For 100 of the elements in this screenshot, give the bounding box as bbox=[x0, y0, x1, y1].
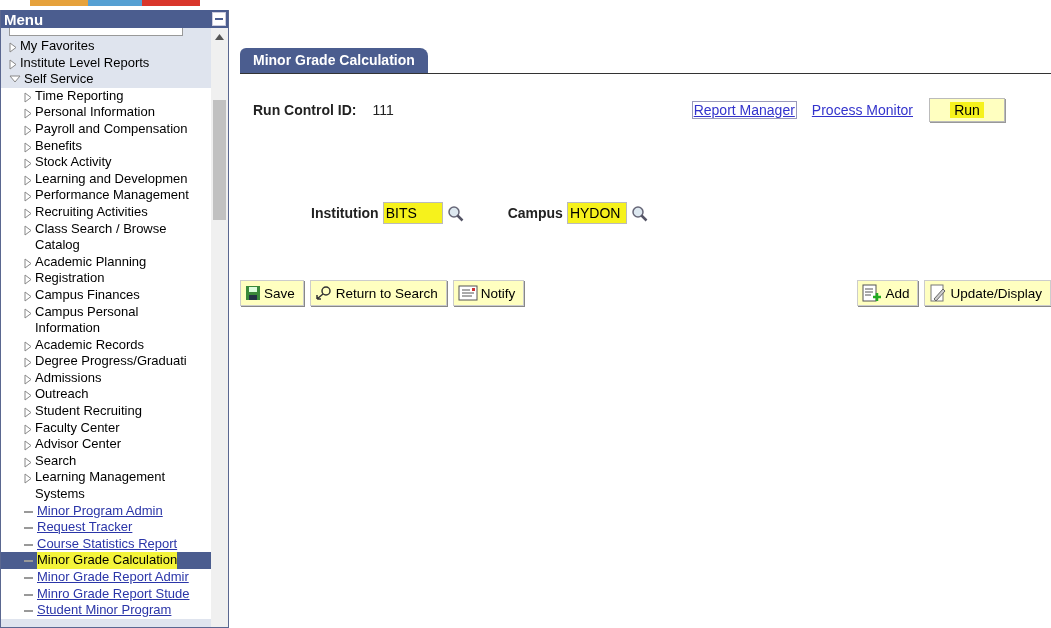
menu-row[interactable]: Registration bbox=[1, 270, 211, 287]
menu-row[interactable]: Minor Program Admin bbox=[1, 502, 211, 520]
menu-row[interactable]: Benefits bbox=[1, 137, 211, 155]
menu-item[interactable]: Campus Personal Information bbox=[35, 303, 200, 337]
collapsed-arrow-icon[interactable] bbox=[24, 174, 32, 186]
menu-item[interactable]: Recruiting Activities bbox=[35, 203, 148, 221]
toolbar-button[interactable]: Notify bbox=[452, 280, 525, 306]
collapsed-arrow-icon[interactable] bbox=[24, 108, 32, 120]
collapsed-arrow-icon[interactable] bbox=[9, 42, 17, 53]
toolbar-button[interactable]: Add bbox=[857, 280, 919, 306]
menu-row[interactable]: Academic Planning bbox=[1, 253, 211, 271]
menu-row[interactable]: Faculty Center bbox=[1, 419, 211, 437]
scrollbar[interactable] bbox=[211, 28, 228, 627]
menu-row[interactable]: Class Search / Browse Catalog bbox=[1, 220, 211, 254]
menu-row[interactable]: Campus Personal Information bbox=[1, 303, 211, 337]
menu-row[interactable]: Minor Grade Report Admir bbox=[1, 569, 211, 586]
menu-row[interactable]: Stock Activity bbox=[1, 154, 211, 171]
menu-link[interactable]: Minor Program Admin bbox=[37, 502, 163, 520]
menu-row[interactable]: Institute Level Reports bbox=[1, 54, 211, 72]
menu-link[interactable]: Minor Grade Calculation bbox=[37, 552, 178, 569]
menu-row[interactable]: Advisor Center bbox=[1, 436, 211, 453]
collapse-button[interactable] bbox=[212, 12, 226, 26]
menu-row[interactable]: Student Minor Program bbox=[1, 602, 211, 619]
toolbar-button[interactable]: Update/Display bbox=[924, 280, 1051, 306]
menu-link[interactable]: Student Minor Program bbox=[37, 602, 172, 619]
link[interactable]: Report Manager bbox=[691, 101, 797, 119]
menu-row[interactable]: Campus Finances bbox=[1, 286, 211, 304]
collapsed-arrow-icon[interactable] bbox=[9, 58, 17, 70]
collapsed-arrow-icon[interactable] bbox=[24, 340, 32, 352]
collapsed-arrow-icon[interactable] bbox=[24, 158, 32, 170]
menu-item[interactable]: Student Recruiting bbox=[35, 403, 142, 420]
menu-item[interactable]: Faculty Center bbox=[35, 419, 120, 437]
menu-row[interactable]: Admissions bbox=[1, 369, 211, 387]
menu-row[interactable]: Performance Management bbox=[1, 187, 211, 204]
menu-item[interactable]: Admissions bbox=[35, 369, 102, 387]
collapsed-arrow-icon[interactable] bbox=[24, 290, 32, 302]
collapsed-arrow-icon[interactable] bbox=[24, 423, 32, 435]
collapsed-arrow-icon[interactable] bbox=[24, 141, 32, 153]
menu-item[interactable]: Registration bbox=[35, 270, 105, 287]
menu-row[interactable]: My Favorites bbox=[1, 38, 211, 55]
search-icon[interactable] bbox=[630, 204, 648, 222]
menu-item[interactable]: My Favorites bbox=[20, 38, 95, 55]
menu-row[interactable]: Outreach bbox=[1, 386, 211, 404]
menu-item[interactable]: Institute Level Reports bbox=[20, 54, 150, 72]
input-field[interactable]: HYDON bbox=[566, 202, 627, 224]
menu-link[interactable]: Minro Grade Report Stude bbox=[37, 585, 190, 603]
collapsed-arrow-icon[interactable] bbox=[24, 456, 32, 468]
collapsed-arrow-icon[interactable] bbox=[24, 124, 32, 136]
menu-row[interactable]: Self Service bbox=[1, 71, 211, 88]
menu-row[interactable]: Search bbox=[1, 452, 211, 470]
menu-link[interactable]: Course Statistics Report bbox=[37, 535, 178, 553]
toolbar-button[interactable]: Save bbox=[240, 280, 304, 306]
menu-item[interactable]: Learning and Developmen bbox=[35, 170, 188, 188]
menu-item[interactable]: Performance Management bbox=[35, 187, 189, 204]
scroll-up-arrow-icon[interactable] bbox=[215, 34, 224, 40]
menu-row[interactable]: Student Recruiting bbox=[1, 403, 211, 420]
menu-item[interactable]: Benefits bbox=[35, 137, 82, 155]
collapsed-arrow-icon[interactable] bbox=[24, 257, 32, 269]
menu-item[interactable]: Outreach bbox=[35, 386, 89, 404]
collapsed-arrow-icon[interactable] bbox=[24, 91, 32, 103]
menu-item[interactable]: Stock Activity bbox=[35, 154, 112, 171]
menu-row[interactable]: Learning and Developmen bbox=[1, 170, 211, 188]
collapsed-arrow-icon[interactable] bbox=[24, 407, 32, 419]
menu-item[interactable]: Degree Progress/Graduati bbox=[35, 353, 187, 370]
menu-row[interactable]: Time Reporting bbox=[1, 87, 211, 105]
collapsed-arrow-icon[interactable] bbox=[24, 191, 32, 203]
menu-link[interactable]: Request Tracker bbox=[37, 519, 133, 536]
input-field[interactable]: BITS bbox=[382, 202, 443, 224]
collapsed-arrow-icon[interactable] bbox=[24, 224, 32, 236]
collapsed-arrow-icon[interactable] bbox=[24, 373, 32, 385]
scrollbar-thumb[interactable] bbox=[213, 100, 226, 220]
page-tab[interactable]: Minor Grade Calculation bbox=[240, 48, 428, 73]
collapsed-arrow-icon[interactable] bbox=[24, 390, 32, 402]
menu-item[interactable]: Personal Information bbox=[35, 104, 155, 121]
menu-row[interactable]: Academic Records bbox=[1, 336, 211, 354]
collapsed-arrow-icon[interactable] bbox=[24, 440, 32, 452]
menu-row[interactable]: Request Tracker bbox=[1, 519, 211, 536]
collapsed-arrow-icon[interactable] bbox=[24, 473, 32, 485]
menu-row[interactable]: Minro Grade Report Stude bbox=[1, 585, 211, 603]
menu-item[interactable]: Campus Finances bbox=[35, 286, 140, 304]
menu-item[interactable]: Self Service bbox=[24, 71, 94, 88]
menu-item[interactable]: Class Search / Browse Catalog bbox=[35, 220, 200, 254]
menu-item[interactable]: Search bbox=[35, 452, 77, 470]
expanded-arrow-icon[interactable] bbox=[9, 75, 21, 84]
link[interactable]: Process Monitor bbox=[811, 102, 913, 118]
menu-row[interactable]: Degree Progress/Graduati bbox=[1, 353, 211, 370]
toolbar-button[interactable]: Return to Search bbox=[309, 280, 447, 306]
menu-item[interactable]: Advisor Center bbox=[35, 436, 121, 453]
menu-link[interactable]: Minor Grade Report Admir bbox=[37, 569, 189, 586]
menu-item[interactable]: Academic Records bbox=[35, 336, 145, 354]
menu-row[interactable]: Course Statistics Report bbox=[1, 535, 211, 553]
menu-item[interactable]: Payroll and Compensation bbox=[35, 120, 188, 138]
collapsed-arrow-icon[interactable] bbox=[24, 274, 32, 286]
menu-row[interactable]: Payroll and Compensation bbox=[1, 120, 211, 138]
collapsed-arrow-icon[interactable] bbox=[24, 207, 32, 219]
menu-item[interactable]: Learning Management Systems bbox=[35, 469, 200, 503]
menu-item[interactable]: Time Reporting bbox=[35, 87, 124, 105]
menu-row[interactable]: Personal Information bbox=[1, 104, 211, 121]
menu-item[interactable]: Academic Planning bbox=[35, 253, 147, 271]
menu-row[interactable]: Minor Grade Calculation bbox=[1, 552, 211, 569]
